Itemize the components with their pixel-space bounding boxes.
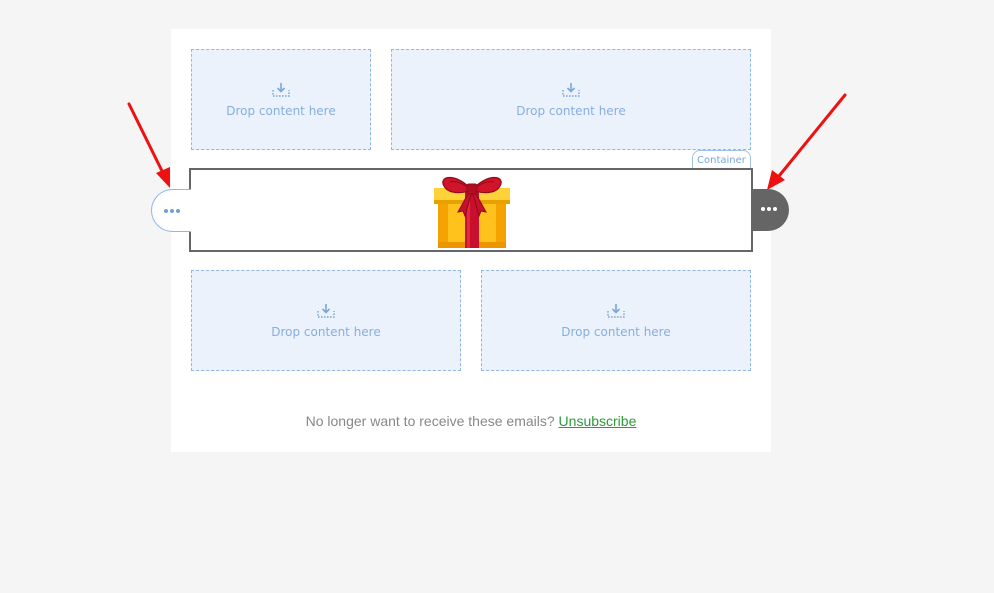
drop-zone-top-left[interactable]: Drop content here <box>191 49 371 150</box>
drop-zone-label: Drop content here <box>226 103 336 118</box>
drop-zone-bottom-left[interactable]: Drop content here <box>191 270 461 371</box>
container-tag[interactable]: Container <box>692 150 751 169</box>
drop-zone-label: Drop content here <box>271 324 381 339</box>
block-options-handle-right[interactable] <box>751 189 789 231</box>
gift-box-image <box>434 176 510 248</box>
unsubscribe-link[interactable]: Unsubscribe <box>559 413 637 429</box>
download-tray-icon <box>272 82 290 97</box>
drop-zone-label: Drop content here <box>516 103 626 118</box>
download-tray-icon <box>317 303 335 318</box>
more-dots-icon <box>761 207 777 211</box>
more-dots-icon <box>164 209 180 213</box>
drop-zone-top-right[interactable]: Drop content here <box>391 49 751 150</box>
download-tray-icon <box>607 303 625 318</box>
drop-zone-bottom-right[interactable]: Drop content here <box>481 270 751 371</box>
download-tray-icon <box>562 82 580 97</box>
block-options-handle-left[interactable] <box>151 189 191 232</box>
selected-image-block[interactable] <box>189 168 753 252</box>
footer-text: No longer want to receive these emails? <box>305 413 555 429</box>
drop-zone-label: Drop content here <box>561 324 671 339</box>
footer: No longer want to receive these emails? … <box>171 412 771 430</box>
